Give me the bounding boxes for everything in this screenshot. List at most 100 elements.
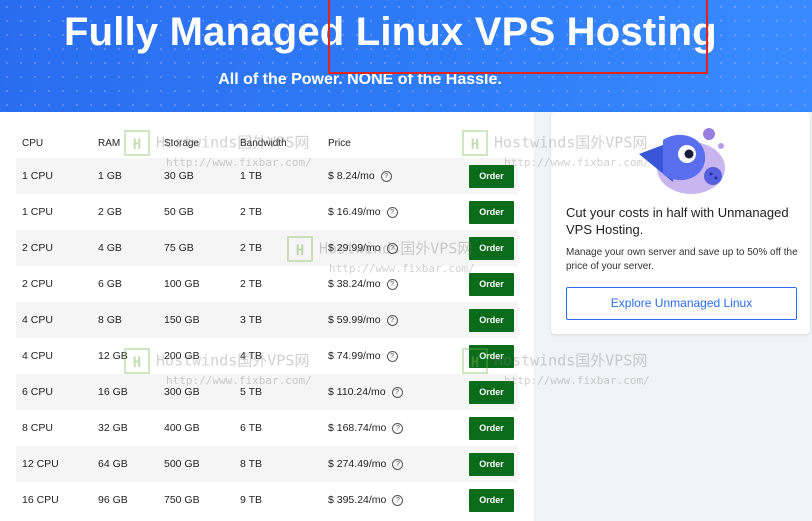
price-value: $ 59.99/mo	[328, 314, 381, 326]
order-button[interactable]: Order	[469, 416, 514, 440]
red-highlight-box	[328, 0, 708, 74]
cell-cpu: 8 CPU	[16, 410, 92, 446]
cell-ram: 16 GB	[92, 374, 158, 410]
cell-ram: 2 GB	[92, 194, 158, 230]
price-value: $ 274.49/mo	[328, 458, 387, 470]
cell-ram: 32 GB	[92, 410, 158, 446]
order-button[interactable]: Order	[469, 344, 514, 368]
cell-ram: 8 GB	[92, 302, 158, 338]
header-cpu: CPU	[22, 137, 44, 149]
cell-action: Order	[463, 410, 518, 446]
order-button[interactable]: Order	[469, 308, 514, 332]
cell-action: Order	[463, 230, 518, 266]
header-price: Price	[328, 137, 351, 149]
cell-bandwidth: 2 TB	[234, 194, 322, 230]
cell-storage: 50 GB	[158, 194, 234, 230]
cell-price: $ 59.99/mo?	[322, 302, 463, 338]
cell-action: Order	[463, 374, 518, 410]
cell-bandwidth: 1 TB	[234, 158, 322, 194]
cell-bandwidth: 9 TB	[234, 482, 322, 518]
cell-cpu: 4 CPU	[16, 338, 92, 374]
cell-price: $ 110.24/mo?	[322, 374, 463, 410]
help-question-icon[interactable]: ?	[386, 314, 398, 326]
cell-ram: 96 GB	[92, 482, 158, 518]
cell-cpu: 4 CPU	[16, 302, 92, 338]
table-row: 2 CPU 6 GB 100 GB 2 TB $ 38.24/mo? Order	[16, 266, 518, 302]
rocket-fish-mascot-icon	[639, 128, 725, 194]
cell-action: Order	[463, 266, 518, 302]
cell-cpu: 6 CPU	[16, 374, 92, 410]
help-question-icon[interactable]: ?	[391, 386, 403, 398]
cell-ram: 12 GB	[92, 338, 158, 374]
cell-action: Order	[463, 482, 518, 518]
table-row: 2 CPU 4 GB 75 GB 2 TB $ 29.99/mo? Order	[16, 230, 518, 266]
table-header-row: CPU RAM Storage Bandwidth Price	[16, 128, 518, 158]
cell-price: $ 74.99/mo?	[322, 338, 463, 374]
table-row: 4 CPU 8 GB 150 GB 3 TB $ 59.99/mo? Order	[16, 302, 518, 338]
header-storage: Storage	[164, 137, 200, 149]
cell-storage: 200 GB	[158, 338, 234, 374]
pricing-table-body: 1 CPU 1 GB 30 GB 1 TB $ 8.24/mo? Order 1 CPU 2 …	[16, 158, 518, 518]
cell-price: $ 168.74/mo?	[322, 410, 463, 446]
hero-banner: Fully Managed Linux VPS Hosting All of t…	[0, 0, 812, 112]
cell-price: $ 38.24/mo?	[322, 266, 463, 302]
cell-cpu: 2 CPU	[16, 230, 92, 266]
cell-bandwidth: 2 TB	[234, 266, 322, 302]
cell-cpu: 1 CPU	[16, 194, 92, 230]
table-row: 6 CPU 16 GB 300 GB 5 TB $ 110.24/mo? Order	[16, 374, 518, 410]
cell-price: $ 16.49/mo?	[322, 194, 463, 230]
cell-ram: 64 GB	[92, 446, 158, 482]
unmanaged-promo-card: Cut your costs in half with Unmanaged VP…	[551, 112, 810, 334]
pricing-table-card: CPU RAM Storage Bandwidth Price 1 CPU 1 G…	[0, 112, 534, 521]
cell-bandwidth: 2 TB	[234, 230, 322, 266]
price-value: $ 29.99/mo	[328, 242, 381, 254]
cell-ram: 6 GB	[92, 266, 158, 302]
cell-bandwidth: 5 TB	[234, 374, 322, 410]
cell-storage: 750 GB	[158, 482, 234, 518]
order-button[interactable]: Order	[469, 236, 514, 260]
cell-cpu: 1 CPU	[16, 158, 92, 194]
price-value: $ 38.24/mo	[328, 278, 381, 290]
price-value: $ 8.24/mo	[328, 170, 375, 182]
cell-price: $ 29.99/mo?	[322, 230, 463, 266]
cell-storage: 400 GB	[158, 410, 234, 446]
cell-cpu: 12 CPU	[16, 446, 92, 482]
cell-bandwidth: 3 TB	[234, 302, 322, 338]
price-value: $ 168.74/mo	[328, 422, 387, 434]
order-button[interactable]: Order	[469, 164, 514, 188]
explore-unmanaged-linux-button[interactable]: Explore Unmanaged Linux	[566, 287, 797, 320]
order-button[interactable]: Order	[469, 380, 514, 404]
cell-cpu: 2 CPU	[16, 266, 92, 302]
header-bandwidth: Bandwidth	[240, 137, 287, 149]
help-question-icon[interactable]: ?	[386, 242, 398, 254]
help-question-icon[interactable]: ?	[386, 278, 398, 290]
order-button[interactable]: Order	[469, 200, 514, 224]
pricing-table: CPU RAM Storage Bandwidth Price 1 CPU 1 G…	[16, 128, 518, 518]
cell-storage: 300 GB	[158, 374, 234, 410]
cell-bandwidth: 8 TB	[234, 446, 322, 482]
promo-text: Manage your own server and save up to 50…	[566, 247, 798, 272]
order-button[interactable]: Order	[469, 452, 514, 476]
cell-price: $ 274.49/mo?	[322, 446, 463, 482]
cell-ram: 1 GB	[92, 158, 158, 194]
cell-action: Order	[463, 446, 518, 482]
help-question-icon[interactable]: ?	[386, 206, 398, 218]
table-row: 4 CPU 12 GB 200 GB 4 TB $ 74.99/mo? Order	[16, 338, 518, 374]
help-question-icon[interactable]: ?	[392, 494, 404, 506]
table-row: 1 CPU 2 GB 50 GB 2 TB $ 16.49/mo? Order	[16, 194, 518, 230]
price-value: $ 16.49/mo	[328, 206, 381, 218]
header-action	[463, 128, 518, 158]
help-question-icon[interactable]: ?	[392, 458, 404, 470]
help-question-icon[interactable]: ?	[392, 422, 404, 434]
table-row: 8 CPU 32 GB 400 GB 6 TB $ 168.74/mo? Order	[16, 410, 518, 446]
cell-action: Order	[463, 158, 518, 194]
order-button[interactable]: Order	[469, 272, 514, 296]
cell-storage: 150 GB	[158, 302, 234, 338]
help-question-icon[interactable]: ?	[386, 350, 398, 362]
cell-price: $ 8.24/mo?	[322, 158, 463, 194]
cell-cpu: 16 CPU	[16, 482, 92, 518]
help-question-icon[interactable]: ?	[380, 170, 392, 182]
order-button[interactable]: Order	[469, 488, 514, 512]
cell-action: Order	[463, 338, 518, 374]
price-value: $ 110.24/mo	[328, 386, 386, 398]
